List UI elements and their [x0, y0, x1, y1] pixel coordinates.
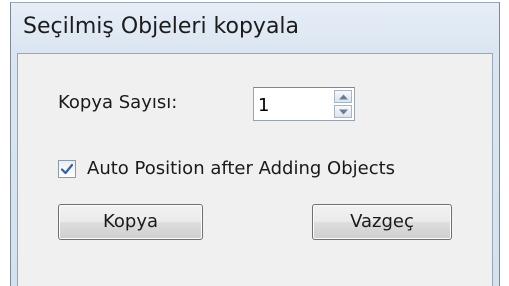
dialog-client-area: Kopya Sayısı: Auto Position after Adding… — [17, 53, 493, 286]
arrow-down-icon — [339, 109, 348, 115]
stepper-down-button[interactable] — [334, 105, 352, 118]
auto-position-label[interactable]: Auto Position after Adding Objects — [87, 158, 395, 179]
window-title: Seçilmiş Objeleri kopyala — [23, 14, 300, 39]
dialog-window: Seçilmiş Objeleri kopyala Kopya Sayısı: … — [10, 2, 500, 286]
stepper-buttons — [334, 90, 352, 118]
copy-button[interactable]: Kopya — [58, 204, 203, 240]
auto-position-checkbox[interactable] — [58, 160, 76, 178]
copy-count-label: Kopya Sayısı: — [58, 92, 178, 113]
stepper-up-button[interactable] — [334, 90, 352, 103]
cancel-button[interactable]: Vazgeç — [312, 204, 452, 240]
copy-count-stepper[interactable] — [253, 87, 355, 121]
copy-count-input[interactable] — [256, 89, 318, 119]
arrow-up-icon — [339, 94, 348, 100]
checkmark-icon — [60, 163, 74, 175]
